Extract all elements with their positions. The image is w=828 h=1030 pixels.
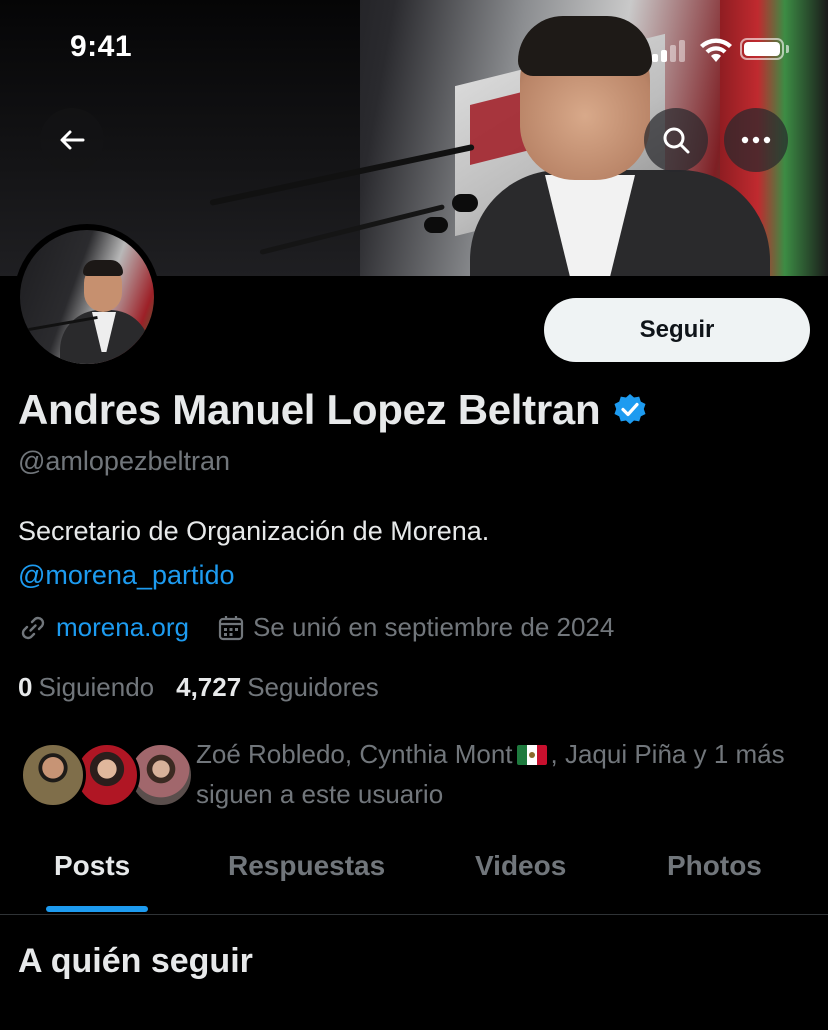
tab-posts[interactable]: Posts	[54, 850, 130, 882]
battery-icon	[740, 38, 790, 60]
cellular-signal-icon	[652, 38, 692, 62]
profile-name: Andres Manuel Lopez Beltran	[18, 386, 601, 433]
joined-date: Se unió en septiembre de 2024	[252, 612, 615, 642]
avatar-image	[20, 230, 154, 364]
website-link[interactable]: morena.org	[56, 612, 189, 643]
profile-bio: Secretario de Organización de Morena.	[18, 516, 490, 546]
avatar	[20, 742, 86, 808]
following-count: 0	[18, 672, 33, 702]
status-bar: 9:41	[0, 0, 828, 100]
profile-name-row: Andres Manuel Lopez Beltran	[18, 386, 648, 434]
profile-meta: morena.org Se unió en septiembre de 2024	[18, 612, 614, 643]
tab-replies[interactable]: Respuestas	[228, 850, 385, 882]
calendar-icon	[218, 615, 244, 640]
link-icon	[21, 616, 45, 639]
mutual-followers-text[interactable]: Zoé Robledo, Cynthia Mont, Jaqui Piña y …	[196, 734, 806, 814]
followers-count: 4,727	[176, 672, 242, 702]
back-arrow-icon	[60, 130, 85, 150]
mexico-flag-icon	[516, 745, 547, 765]
profile-tabs: Posts Respuestas Videos Photos	[0, 836, 828, 915]
follow-counts: 0 Siguiendo 4,727 Seguidores	[18, 672, 379, 703]
followers-count-link[interactable]: 4,727 Seguidores	[176, 672, 379, 703]
mutual-followers-avatars[interactable]	[20, 742, 194, 812]
profile-handle: @amlopezbeltran	[18, 446, 231, 476]
more-icon	[741, 136, 771, 144]
tab-videos[interactable]: Videos	[475, 850, 566, 882]
status-time: 9:41	[70, 30, 133, 63]
verified-badge-icon[interactable]	[612, 392, 648, 428]
wifi-icon	[700, 38, 732, 62]
banner-microphone-head	[452, 194, 478, 212]
following-label: Siguiendo	[38, 672, 155, 702]
followers-label: Seguidores	[247, 672, 379, 702]
back-button[interactable]	[40, 108, 104, 172]
more-options-button[interactable]	[724, 108, 788, 172]
who-to-follow-heading: A quién seguir	[18, 942, 253, 980]
banner-microphone-head	[424, 217, 448, 233]
search-icon	[663, 127, 690, 154]
active-tab-indicator	[46, 906, 148, 912]
bio-mention-link[interactable]: @morena_partido	[18, 560, 235, 591]
profile-avatar[interactable]	[14, 224, 160, 370]
tab-photos[interactable]: Photos	[667, 850, 762, 882]
search-button[interactable]	[644, 108, 708, 172]
mutuals-text-start: Zoé Robledo, Cynthia Mont	[196, 739, 513, 769]
following-count-link[interactable]: 0 Siguiendo	[18, 672, 154, 703]
follow-button[interactable]: Seguir	[544, 298, 810, 362]
